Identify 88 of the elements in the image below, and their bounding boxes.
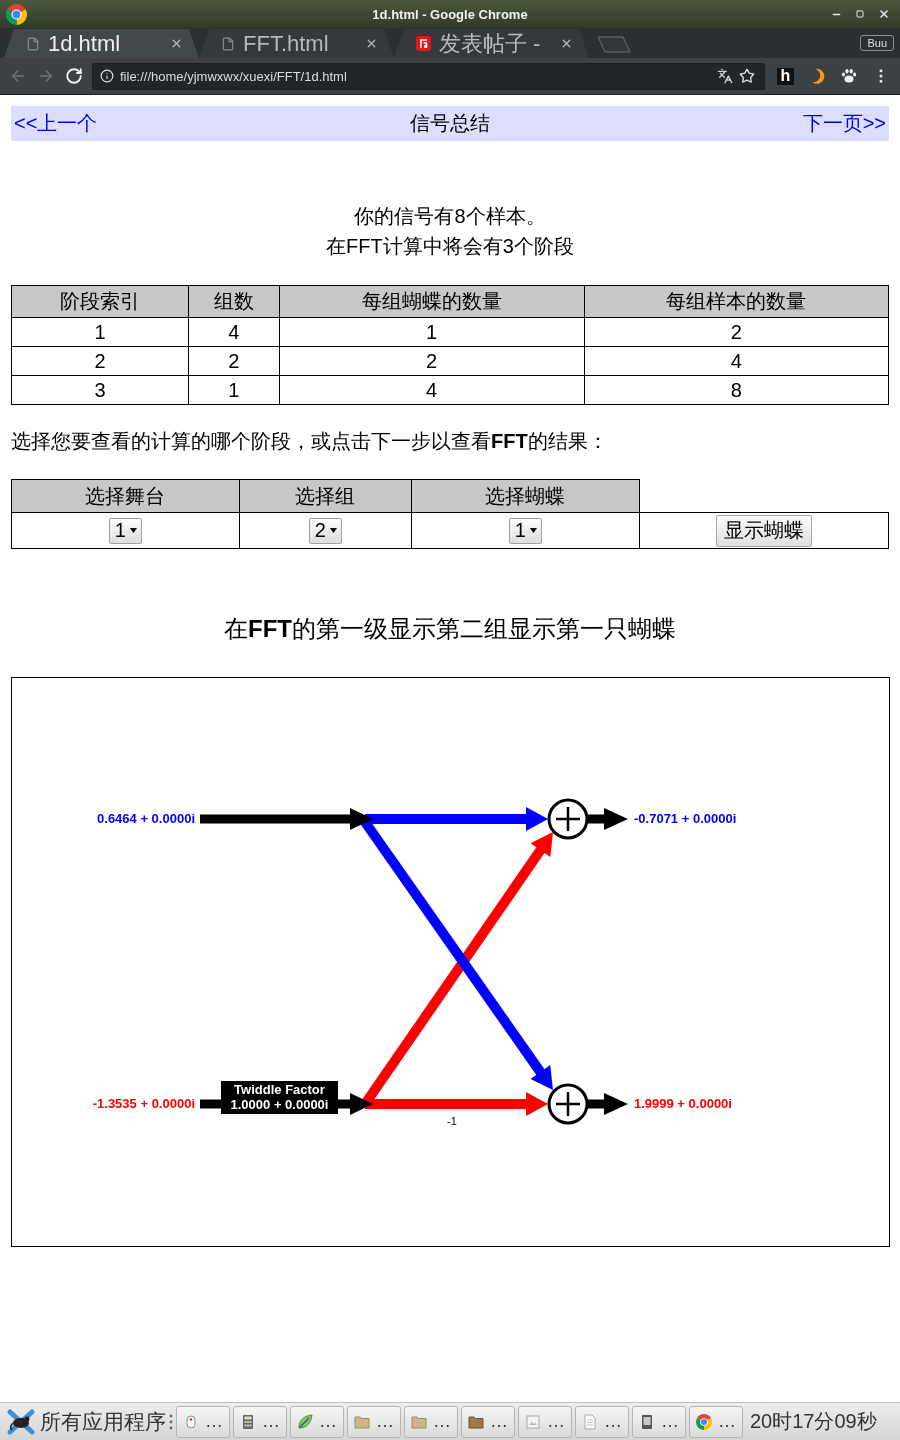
file-icon [221,36,235,51]
folder-icon [354,1413,370,1430]
taskbar-button[interactable]: … [689,1405,743,1438]
taskbar-button[interactable]: … [461,1405,515,1438]
summary-text: 在FFT计算中将会有3个阶段 [326,234,574,259]
browser-tab[interactable]: 1d.html [4,29,199,58]
column-header: 选择组 [239,479,412,513]
table-cell: 2 [188,346,280,376]
close-icon[interactable] [170,37,183,50]
input-value: -1.3535 + 0.0000i [92,1096,195,1111]
sum-icon [547,798,589,840]
taskbar-button[interactable]: … [575,1405,629,1438]
output-arrow [588,808,628,830]
table-cell: 2 [279,346,585,376]
maximize-icon[interactable] [856,10,864,18]
table-cell: 1 [279,317,585,347]
address-bar[interactable]: file:///home/yjmwxwx/xuexi/FFT/1d.html [92,62,765,90]
site-favicon-icon [416,36,431,51]
table-cell: 1 [11,317,189,347]
input-arrow [338,1093,373,1115]
paw-icon[interactable] [840,67,858,85]
table-cell: 4 [584,346,889,376]
caret-icon [129,528,137,533]
extension-button[interactable]: h [777,67,794,85]
dropdown[interactable]: 1 [508,517,542,544]
mouse-logo-icon [6,1407,36,1436]
image-file-icon [525,1413,541,1430]
table-cell: 1 [188,375,280,405]
dropdown[interactable]: 1 [108,517,142,544]
input-line [200,1099,221,1109]
close-icon[interactable] [878,8,890,20]
translate-icon[interactable] [717,68,733,84]
input-value: 0.6464 + 0.0000i [97,811,195,826]
table-cell: 4 [188,317,280,347]
file-icon [26,36,40,51]
taskbar-button[interactable]: … [290,1405,344,1438]
info-icon[interactable] [100,69,114,83]
output-value: 1.9999 + 0.0000i [634,1096,732,1111]
taskbar-button[interactable]: … [347,1405,401,1438]
column-header: 每组蝴蝶的数量 [279,285,585,318]
table-cell: 8 [584,375,889,405]
summary-text: 你的信号有8个样本。 [354,204,546,229]
document-icon [582,1413,598,1430]
column-header: 每组样本的数量 [584,285,889,318]
browser-logo-icon [6,3,27,25]
browser-logo-icon [696,1413,712,1430]
dropdown[interactable]: 2 [308,517,342,544]
table-cell: 2 [11,346,189,376]
caret-icon [529,528,537,533]
folder-icon [468,1413,484,1430]
taskbar-button[interactable]: … [404,1405,458,1438]
column-header: 组数 [188,285,280,318]
negation-label: -1 [447,1115,457,1127]
instruction-text: 选择您要查看的计算的哪个阶段，或点击下一步以查看FFT的结果： [11,429,609,454]
star-icon[interactable] [739,68,755,84]
page-title: 信号总结 [410,111,490,136]
table-cell: 2 [584,317,889,347]
show-butterfly-button[interactable]: 显示蝴蝶 [715,514,812,547]
close-icon[interactable] [365,37,378,50]
table-cell: 4 [279,375,585,405]
ebook-icon [639,1413,655,1430]
output-arrow [588,1093,628,1115]
taskbar-button[interactable]: … [233,1405,287,1438]
column-header: 选择蝴蝶 [411,479,640,513]
taskbar-button[interactable]: … [176,1405,230,1438]
browser-tab[interactable]: 发表帖子 - [394,29,589,58]
caret-icon [329,528,337,533]
previous-link[interactable]: <<上一个 [14,110,98,137]
column-header: 阶段索引 [11,285,189,318]
output-value: -0.7071 + 0.0000i [634,811,737,826]
diagram-heading: 在FFT的第一级显示第二组显示第一只蝴蝶 [223,614,677,644]
next-link[interactable]: 下一页>> [802,110,886,137]
start-menu-button[interactable]: 所有应用程序 [6,1407,166,1436]
window-title: 1d.html - Google Chrome [371,6,529,22]
table-cell: 3 [11,375,189,405]
profile-button[interactable]: Buu [860,35,894,51]
column-header: 选择舞台 [11,479,240,513]
browser-tab[interactable]: FFT.html [199,29,394,58]
clock: 20时17分09秒 [750,1409,877,1434]
taskbar-button[interactable]: … [632,1405,686,1438]
leaf-icon [297,1413,313,1430]
twiddle-factor-label: Twiddle Factor 1.0000 + 0.0000i [221,1081,338,1114]
folder-icon [411,1413,427,1430]
reload-icon[interactable] [65,67,83,85]
close-icon[interactable] [560,37,573,50]
sum-icon [547,1083,589,1125]
taskbar-button[interactable]: … [518,1405,572,1438]
calculator-icon [240,1413,256,1430]
